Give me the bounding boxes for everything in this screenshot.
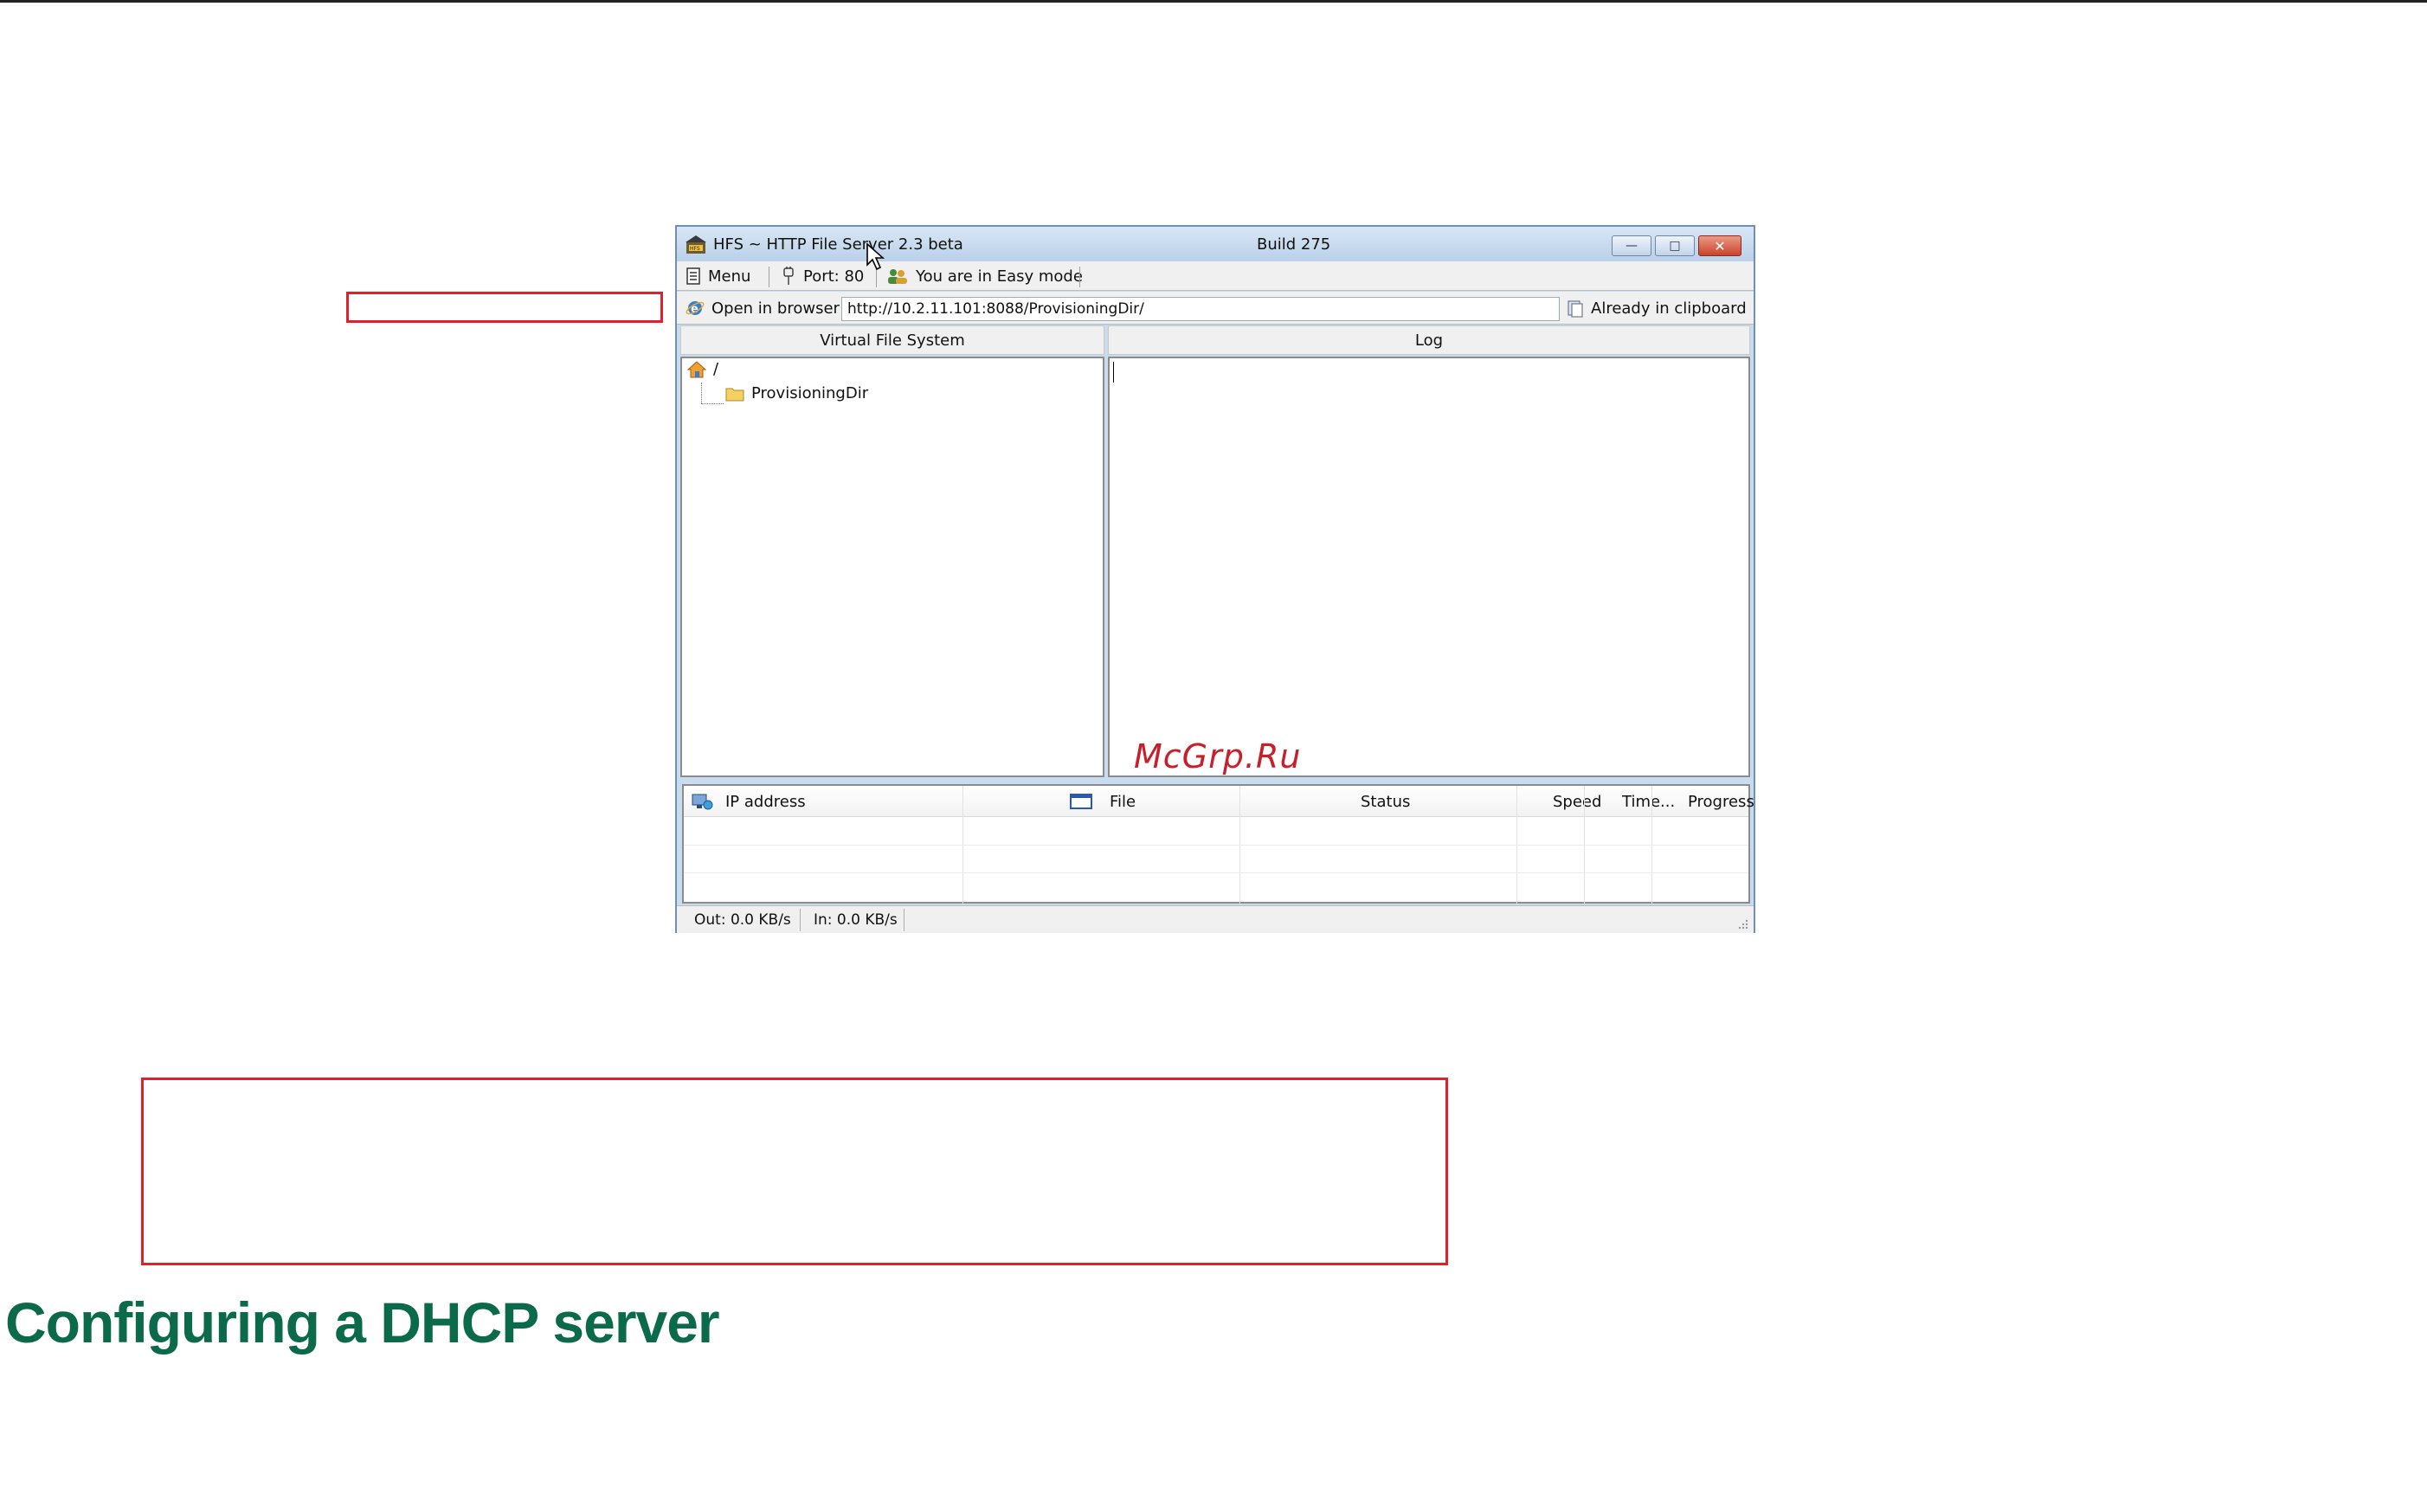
tree-item-label: ProvisioningDir (751, 384, 869, 402)
easy-mode-button[interactable]: You are in Easy mode (886, 267, 1083, 286)
hfs-window: HFS HFS ~ HTTP File Server 2.3 beta Buil… (675, 225, 1755, 933)
close-icon: ✕ (1714, 237, 1726, 254)
connections-header: IP address File Status Speed Time... Pro… (684, 786, 1754, 817)
users-icon (888, 269, 907, 284)
open-in-browser-label: Open in browser (711, 299, 840, 318)
clipboard-icon (1568, 300, 1583, 318)
log-area[interactable] (1108, 357, 1750, 777)
status-bar: Out: 0.0 KB/s In: 0.0 KB/s (677, 905, 1754, 933)
column-label: Status (1361, 792, 1411, 811)
column-progress[interactable]: Progress (1688, 786, 1754, 817)
clipboard-button[interactable]: Already in clipboard (1567, 299, 1747, 318)
tree-root[interactable]: / (687, 360, 718, 378)
vfs-title: Virtual File System (820, 331, 965, 350)
watermark: McGrp.Ru (1134, 737, 1302, 775)
menu-button[interactable]: Menu (686, 267, 750, 286)
maximize-button[interactable]: □ (1655, 235, 1695, 256)
column-status[interactable]: Status (1361, 786, 1410, 817)
window-icon (1070, 794, 1092, 809)
column-ip-address[interactable]: IP address (691, 786, 806, 817)
network-computer-icon (692, 794, 713, 810)
tree-item-provisioningdir[interactable]: ProvisioningDir (725, 384, 868, 402)
status-separator (800, 909, 801, 931)
open-in-browser-button[interactable]: e Open in browser (686, 299, 840, 318)
highlight-box-note (141, 1078, 1448, 1265)
row-divider (684, 872, 1748, 873)
menu-icon (686, 267, 700, 285)
column-label: File (1110, 792, 1136, 811)
column-speed[interactable]: Speed (1553, 786, 1601, 817)
column-label: Speed (1553, 792, 1602, 811)
connections-list[interactable]: IP address File Status Speed Time... Pro… (682, 784, 1754, 904)
toolbar-separator (1079, 267, 1080, 287)
minimize-button[interactable]: — (1612, 235, 1651, 256)
mouse-pointer-icon (866, 242, 885, 271)
browser-icon: e (686, 301, 705, 316)
column-label: IP address (725, 792, 806, 811)
out-speed: Out: 0.0 KB/s (694, 911, 791, 929)
svg-text:HFS: HFS (690, 246, 700, 252)
window-title: HFS ~ HTTP File Server 2.3 beta (713, 235, 963, 254)
row-divider (684, 845, 1748, 846)
tree-connector (701, 383, 702, 403)
resize-grip-icon[interactable] (1736, 917, 1748, 930)
log-title: Log (1414, 331, 1444, 350)
port-label: Port: 80 (803, 267, 865, 286)
home-icon (687, 360, 706, 377)
column-label: Time... (1622, 792, 1676, 811)
section-title: Configuring a DHCP server (5, 1290, 720, 1354)
main-toolbar: Menu Port: 80 You are in Easy mode (677, 261, 1754, 291)
title-bar[interactable]: HFS HFS ~ HTTP File Server 2.3 beta Buil… (677, 227, 1754, 261)
in-speed: In: 0.0 KB/s (814, 911, 898, 929)
vfs-tree[interactable]: / ProvisioningDir (680, 357, 1104, 777)
highlight-box-url (346, 292, 663, 323)
minimize-icon: — (1626, 239, 1638, 253)
menu-label: Menu (708, 267, 751, 286)
tree-connector (701, 403, 724, 404)
vfs-header: Virtual File System (680, 325, 1104, 355)
mode-label: You are in Easy mode (916, 267, 1083, 286)
tree-root-label: / (713, 360, 719, 378)
maximize-icon: □ (1669, 239, 1681, 253)
port-button[interactable]: Port: 80 (781, 267, 864, 286)
build-label: Build 275 (1257, 235, 1331, 254)
column-time[interactable]: Time... (1622, 786, 1675, 817)
plug-icon (783, 267, 794, 285)
hfs-app-icon: HFS (686, 235, 706, 254)
text-caret (1113, 362, 1114, 383)
log-header: Log (1108, 325, 1750, 355)
column-label: Progress (1688, 792, 1754, 811)
url-bar: e Open in browser Already in clipboard (677, 292, 1754, 325)
top-rule (0, 0, 2427, 3)
clipboard-label: Already in clipboard (1591, 299, 1747, 318)
column-file[interactable]: File (1070, 786, 1136, 817)
folder-icon (725, 388, 744, 401)
url-field[interactable] (841, 297, 1560, 321)
close-button[interactable]: ✕ (1698, 235, 1741, 256)
